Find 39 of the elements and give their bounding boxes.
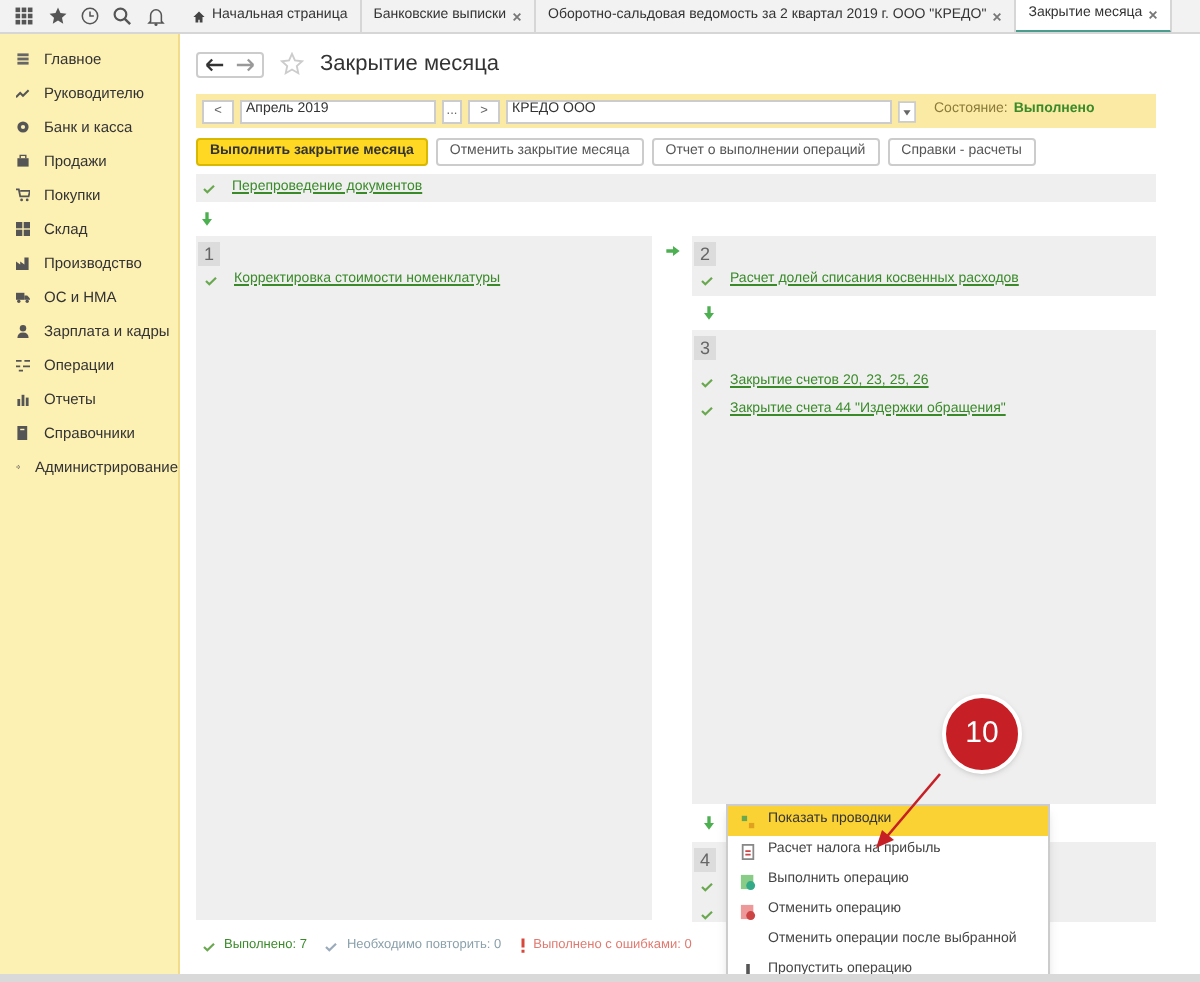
star-icon[interactable] [47,6,68,26]
home-icon [192,10,206,24]
lines-icon [16,358,30,372]
dropdown-button[interactable] [898,99,916,123]
warning-icon [519,938,526,954]
stage-number: 1 [198,242,221,266]
postings-icon [740,813,756,829]
search-icon[interactable] [112,6,133,26]
book-icon [16,426,30,440]
close-icon[interactable] [992,12,1003,22]
coin-icon [16,120,30,134]
down-arrow-icon [704,306,714,320]
truck-icon [16,290,30,304]
apps-icon[interactable] [14,6,35,26]
report-icon [740,843,756,859]
right-arrow-icon [665,246,679,256]
page-title: Закрытие месяца [320,49,500,80]
down-arrow-icon [202,212,212,226]
list-icon [16,52,30,66]
history-icon[interactable] [79,6,100,26]
person-icon [16,324,30,338]
star-icon[interactable] [280,52,304,76]
bar-chart-icon [16,392,30,406]
check-icon [202,941,216,951]
check-icon [324,941,339,951]
grid-icon [16,222,30,236]
bag-icon [16,154,30,168]
cart-icon [16,188,30,202]
stage-number: 4 [694,848,717,872]
cancel-icon [740,903,756,919]
chart-icon [16,86,30,100]
down-arrow-icon [704,816,714,830]
stage-number: 3 [694,336,717,360]
stage-number: 2 [694,242,717,266]
factory-icon [16,256,30,270]
run-icon [740,873,756,889]
close-icon[interactable] [1148,10,1159,20]
close-icon[interactable] [512,12,522,22]
bell-icon[interactable] [145,6,166,26]
